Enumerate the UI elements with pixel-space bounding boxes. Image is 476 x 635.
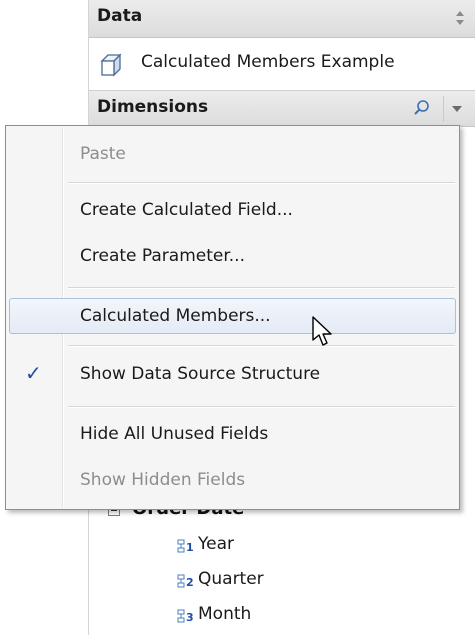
menu-separator	[68, 406, 455, 408]
menu-item-show-hidden-fields[interactable]: Show Hidden Fields	[9, 462, 456, 498]
menu-item-hide-all-unused-fields[interactable]: Hide All Unused Fields	[9, 416, 456, 452]
menu-item-calculated-members[interactable]: Calculated Members...	[9, 298, 456, 334]
datasource-name: Calculated Members Example	[141, 52, 395, 72]
menu-item-label: Show Data Source Structure	[80, 364, 321, 384]
menu-item-create-calculated-field[interactable]: Create Calculated Field...	[9, 192, 456, 228]
data-pane-header: Data	[89, 0, 475, 38]
hierarchy-level-1-icon: 1	[177, 539, 194, 554]
mouse-pointer-icon	[312, 316, 332, 346]
menu-item-label: Create Parameter...	[80, 246, 245, 266]
tree-item-label: Month	[198, 604, 252, 624]
svg-text:2: 2	[186, 576, 194, 589]
menu-item-label: Hide All Unused Fields	[80, 424, 269, 444]
menu-separator	[68, 287, 455, 289]
dimensions-header: Dimensions	[89, 91, 475, 127]
dimensions-menu-button[interactable]	[443, 96, 469, 122]
datasource-cube-icon	[100, 53, 122, 77]
data-pane-title: Data	[97, 6, 143, 26]
menu-item-create-parameter[interactable]: Create Parameter...	[9, 238, 456, 274]
datasource-item[interactable]: Calculated Members Example	[89, 38, 475, 91]
menu-item-show-data-source-structure[interactable]: ✓ Show Data Source Structure	[9, 356, 456, 392]
menu-separator	[68, 345, 455, 347]
menu-item-label: Calculated Members...	[80, 306, 271, 326]
hierarchy-level-2-icon: 2	[177, 574, 194, 589]
app-window: Data Calculated Members Example Dimensio…	[0, 0, 476, 635]
checkmark-icon: ✓	[25, 361, 42, 385]
menu-item-label: Paste	[80, 144, 126, 164]
context-menu: Paste Create Calculated Field... Create …	[5, 125, 460, 510]
menu-separator	[68, 182, 455, 184]
tree-item-label: Quarter	[198, 569, 264, 589]
hierarchy-level-3-icon: 3	[177, 609, 194, 624]
tree-item-label: Year	[198, 534, 234, 554]
menu-item-label: Create Calculated Field...	[80, 200, 293, 220]
sort-arrows-icon[interactable]	[455, 10, 465, 26]
chevron-down-icon	[452, 106, 462, 112]
dimensions-title: Dimensions	[97, 97, 209, 117]
svg-text:3: 3	[186, 611, 194, 624]
menu-item-paste[interactable]: Paste	[9, 136, 456, 172]
search-icon[interactable]	[413, 99, 431, 117]
svg-text:1: 1	[186, 541, 194, 554]
menu-item-label: Show Hidden Fields	[80, 470, 246, 490]
